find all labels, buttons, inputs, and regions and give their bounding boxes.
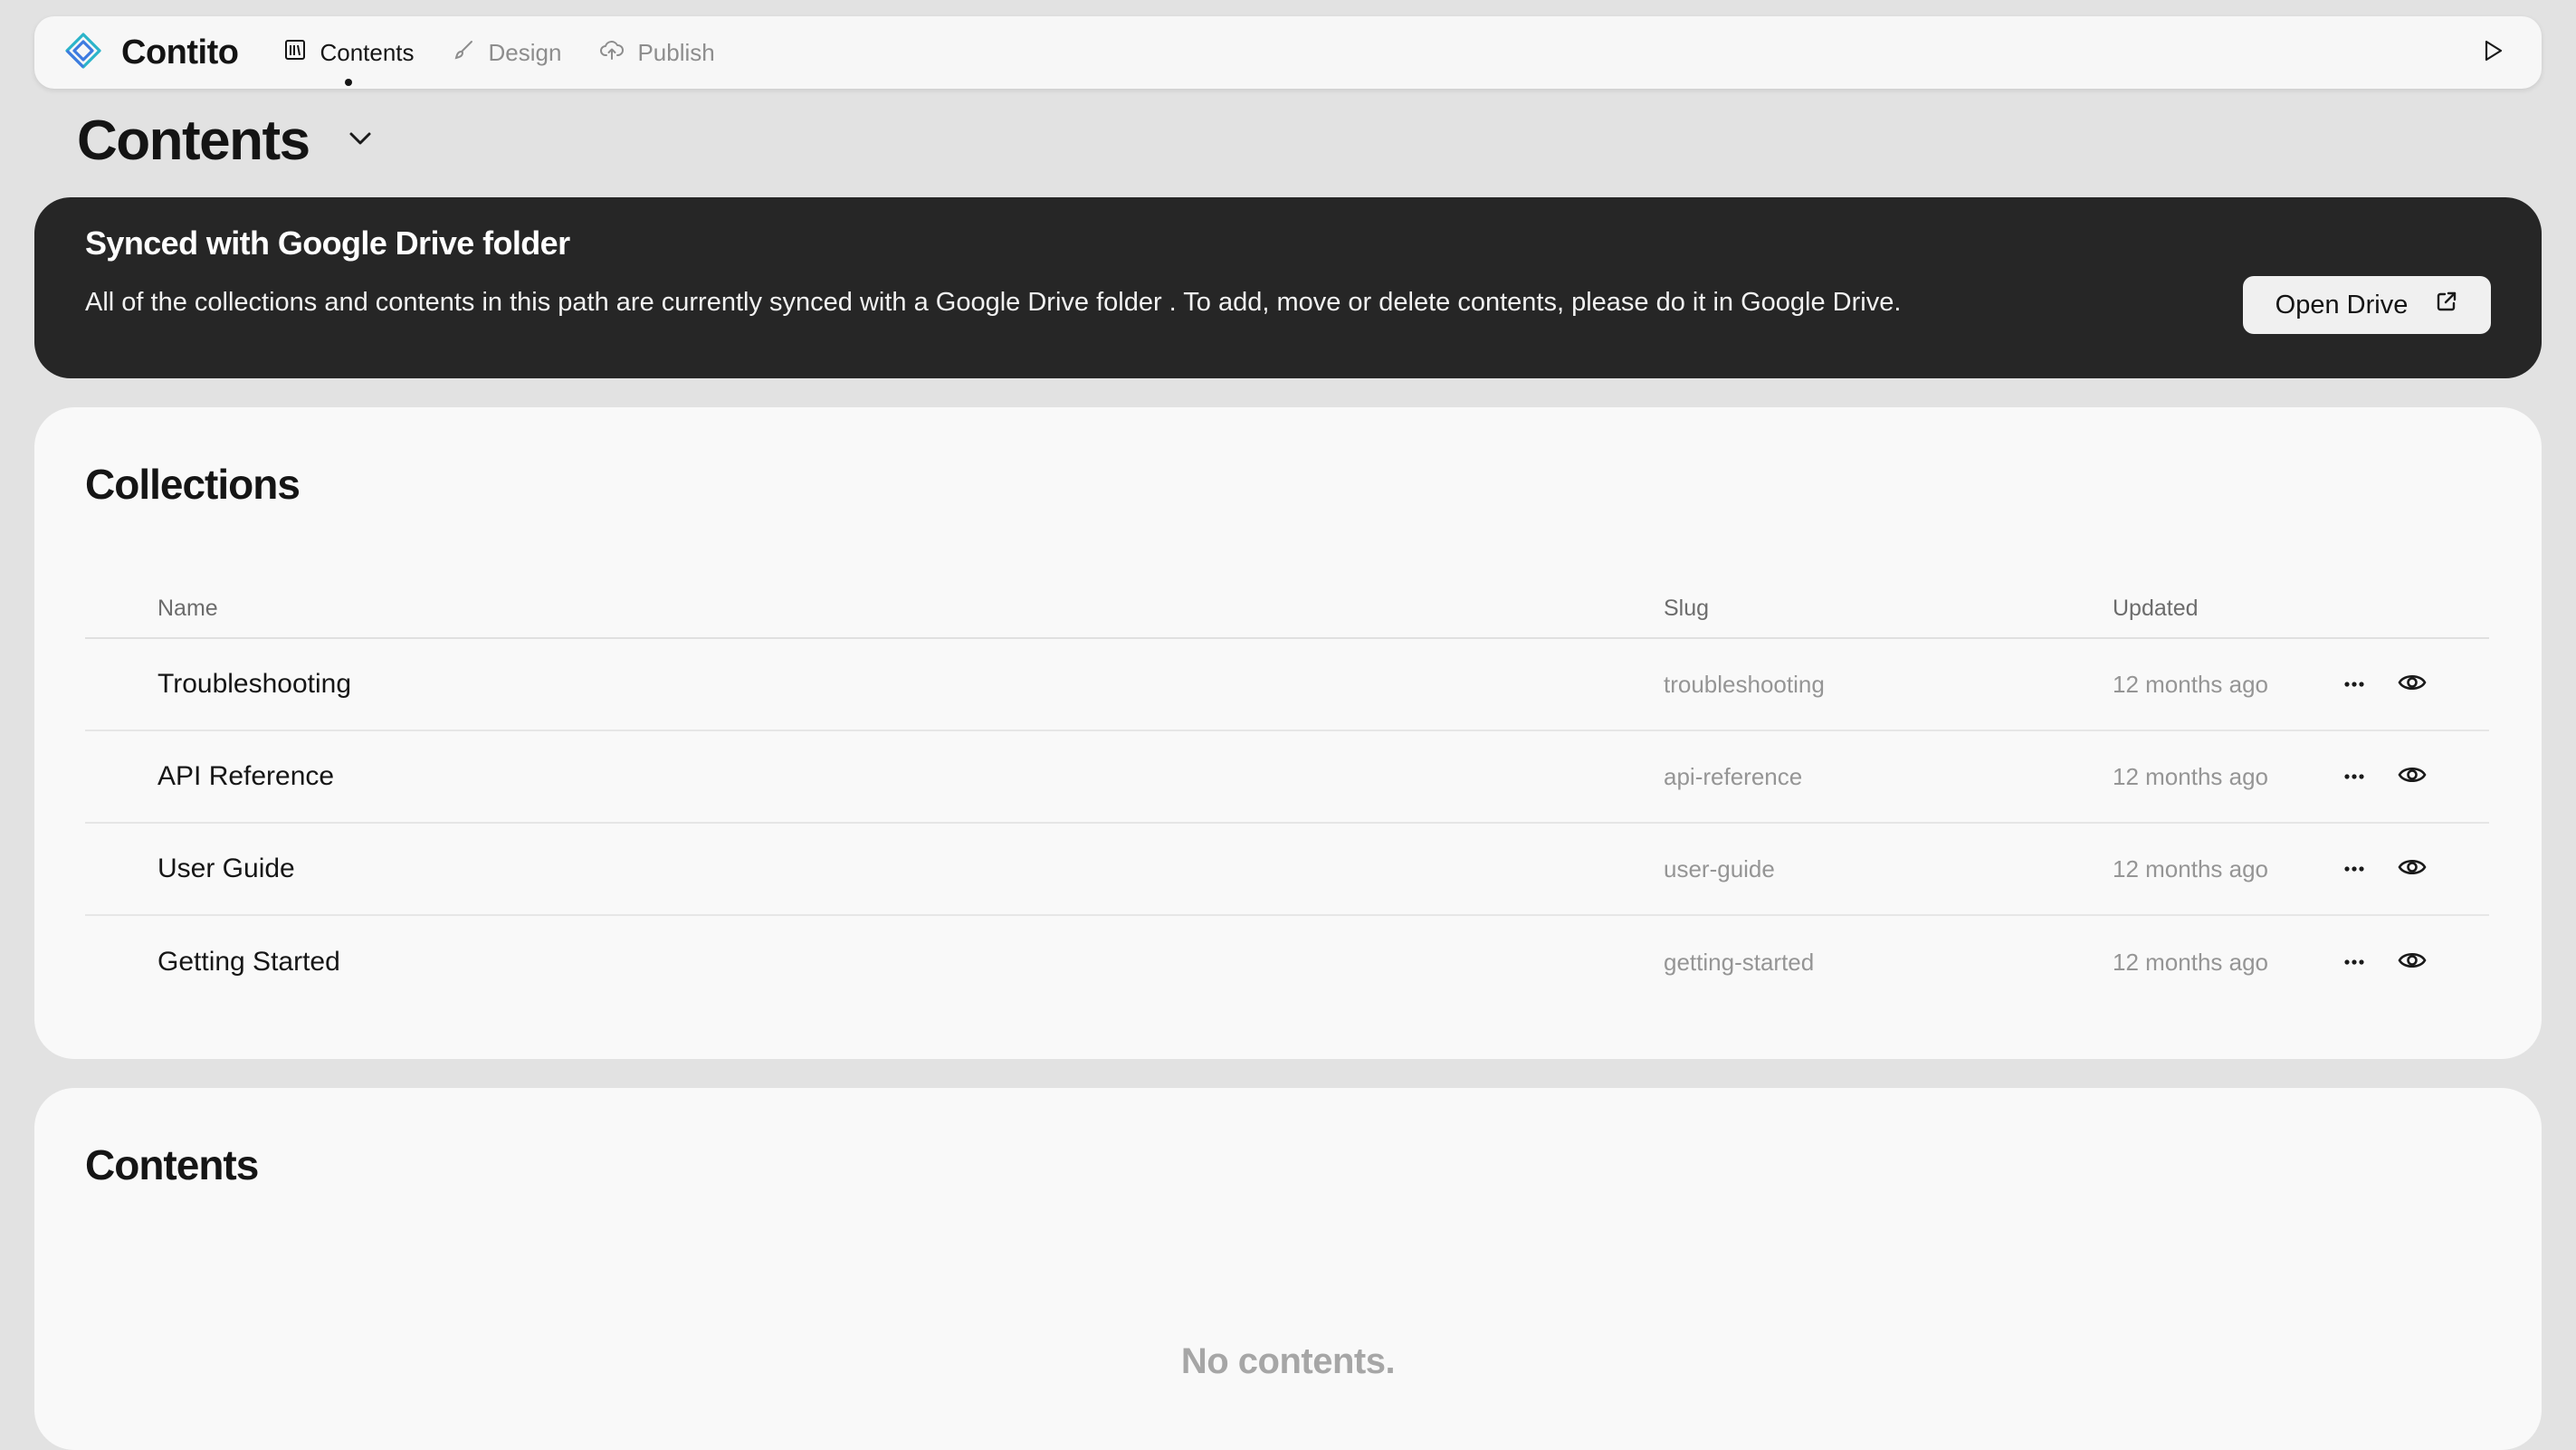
row-actions [2339,854,2428,884]
nav-item-publish[interactable]: Publish [599,38,715,68]
page-header: Contents [77,109,380,173]
eye-icon [2398,672,2427,698]
ellipsis-icon [2343,954,2365,970]
column-header-slug[interactable]: Slug [1664,596,2113,622]
app-name: Contito [121,33,239,72]
view-button[interactable] [2397,761,2428,792]
collection-name[interactable]: Troubleshooting [85,669,1664,700]
row-actions [2339,947,2428,978]
cloud-upload-icon [599,38,625,68]
nav-item-label: Design [488,38,562,66]
collection-name[interactable]: Getting Started [85,947,1664,978]
row-actions [2339,669,2428,700]
table-row[interactable]: Troubleshooting troubleshooting 12 month… [85,639,2489,731]
empty-state-message: No contents. [1180,1341,1396,1381]
collection-updated: 12 months ago [2113,854,2269,882]
collection-slug: getting-started [1664,948,1815,976]
table-row[interactable]: API Reference api-reference 12 months ag… [85,731,2489,824]
banner-message: All of the collections and contents in t… [85,288,1902,317]
preview-button[interactable] [2475,34,2511,71]
view-button[interactable] [2397,854,2428,884]
ellipsis-icon [2343,676,2365,692]
more-options-button[interactable] [2339,669,2370,700]
collection-name[interactable]: User Guide [85,854,1664,884]
library-icon [283,38,307,68]
collection-updated: 12 months ago [2113,948,2269,976]
collection-name[interactable]: API Reference [85,761,1664,792]
collection-updated: 12 months ago [2113,762,2269,790]
ellipsis-icon [2343,768,2365,785]
collection-slug: user-guide [1664,854,1775,882]
column-header-name[interactable]: Name [85,596,1664,622]
view-button[interactable] [2397,947,2428,978]
collections-card: Collections Name Slug Updated Troublesho… [34,407,2542,1059]
contents-card: Contents No contents. [34,1088,2542,1450]
active-indicator [345,78,353,86]
eye-icon [2398,949,2427,976]
collections-table: Name Slug Updated Troubleshooting troubl… [85,579,2489,1008]
collections-title: Collections [85,461,301,508]
nav-item-design[interactable]: Design [453,38,562,68]
row-actions [2339,761,2428,792]
path-dropdown-button[interactable] [340,121,380,161]
main-nav: Contents Design Publish [283,38,715,86]
eye-icon [2398,764,2427,790]
column-header-updated[interactable]: Updated [2113,596,2324,622]
table-row[interactable]: Getting Started getting-started 12 month… [85,916,2489,1008]
open-drive-button[interactable]: Open Drive [2243,276,2491,334]
nav-item-contents[interactable]: Contents [283,38,415,86]
brand[interactable]: Contito [65,32,239,73]
view-button[interactable] [2397,669,2428,700]
play-icon [2481,38,2504,68]
nav-item-label: Contents [320,38,415,66]
top-navigation-bar: Contito Contents Design Publish [34,16,2542,89]
table-header: Name Slug Updated [85,579,2489,639]
collection-updated: 12 months ago [2113,670,2269,698]
collection-slug: troubleshooting [1664,670,1825,698]
drive-sync-banner: Synced with Google Drive folder All of t… [34,197,2542,378]
contents-title: Contents [85,1141,259,1188]
banner-title: Synced with Google Drive folder [85,224,570,262]
chevron-down-icon [347,129,374,152]
table-row[interactable]: User Guide user-guide 12 months ago [85,824,2489,916]
contito-logo-icon [65,32,101,73]
more-options-button[interactable] [2339,854,2370,884]
more-options-button[interactable] [2339,947,2370,978]
brush-icon [453,38,476,68]
ellipsis-icon [2343,861,2365,877]
external-link-icon [2435,290,2458,320]
more-options-button[interactable] [2339,761,2370,792]
open-drive-label: Open Drive [2275,290,2409,320]
nav-item-label: Publish [637,38,715,66]
page-title: Contents [77,110,310,172]
collection-slug: api-reference [1664,762,1803,790]
eye-icon [2398,856,2427,882]
